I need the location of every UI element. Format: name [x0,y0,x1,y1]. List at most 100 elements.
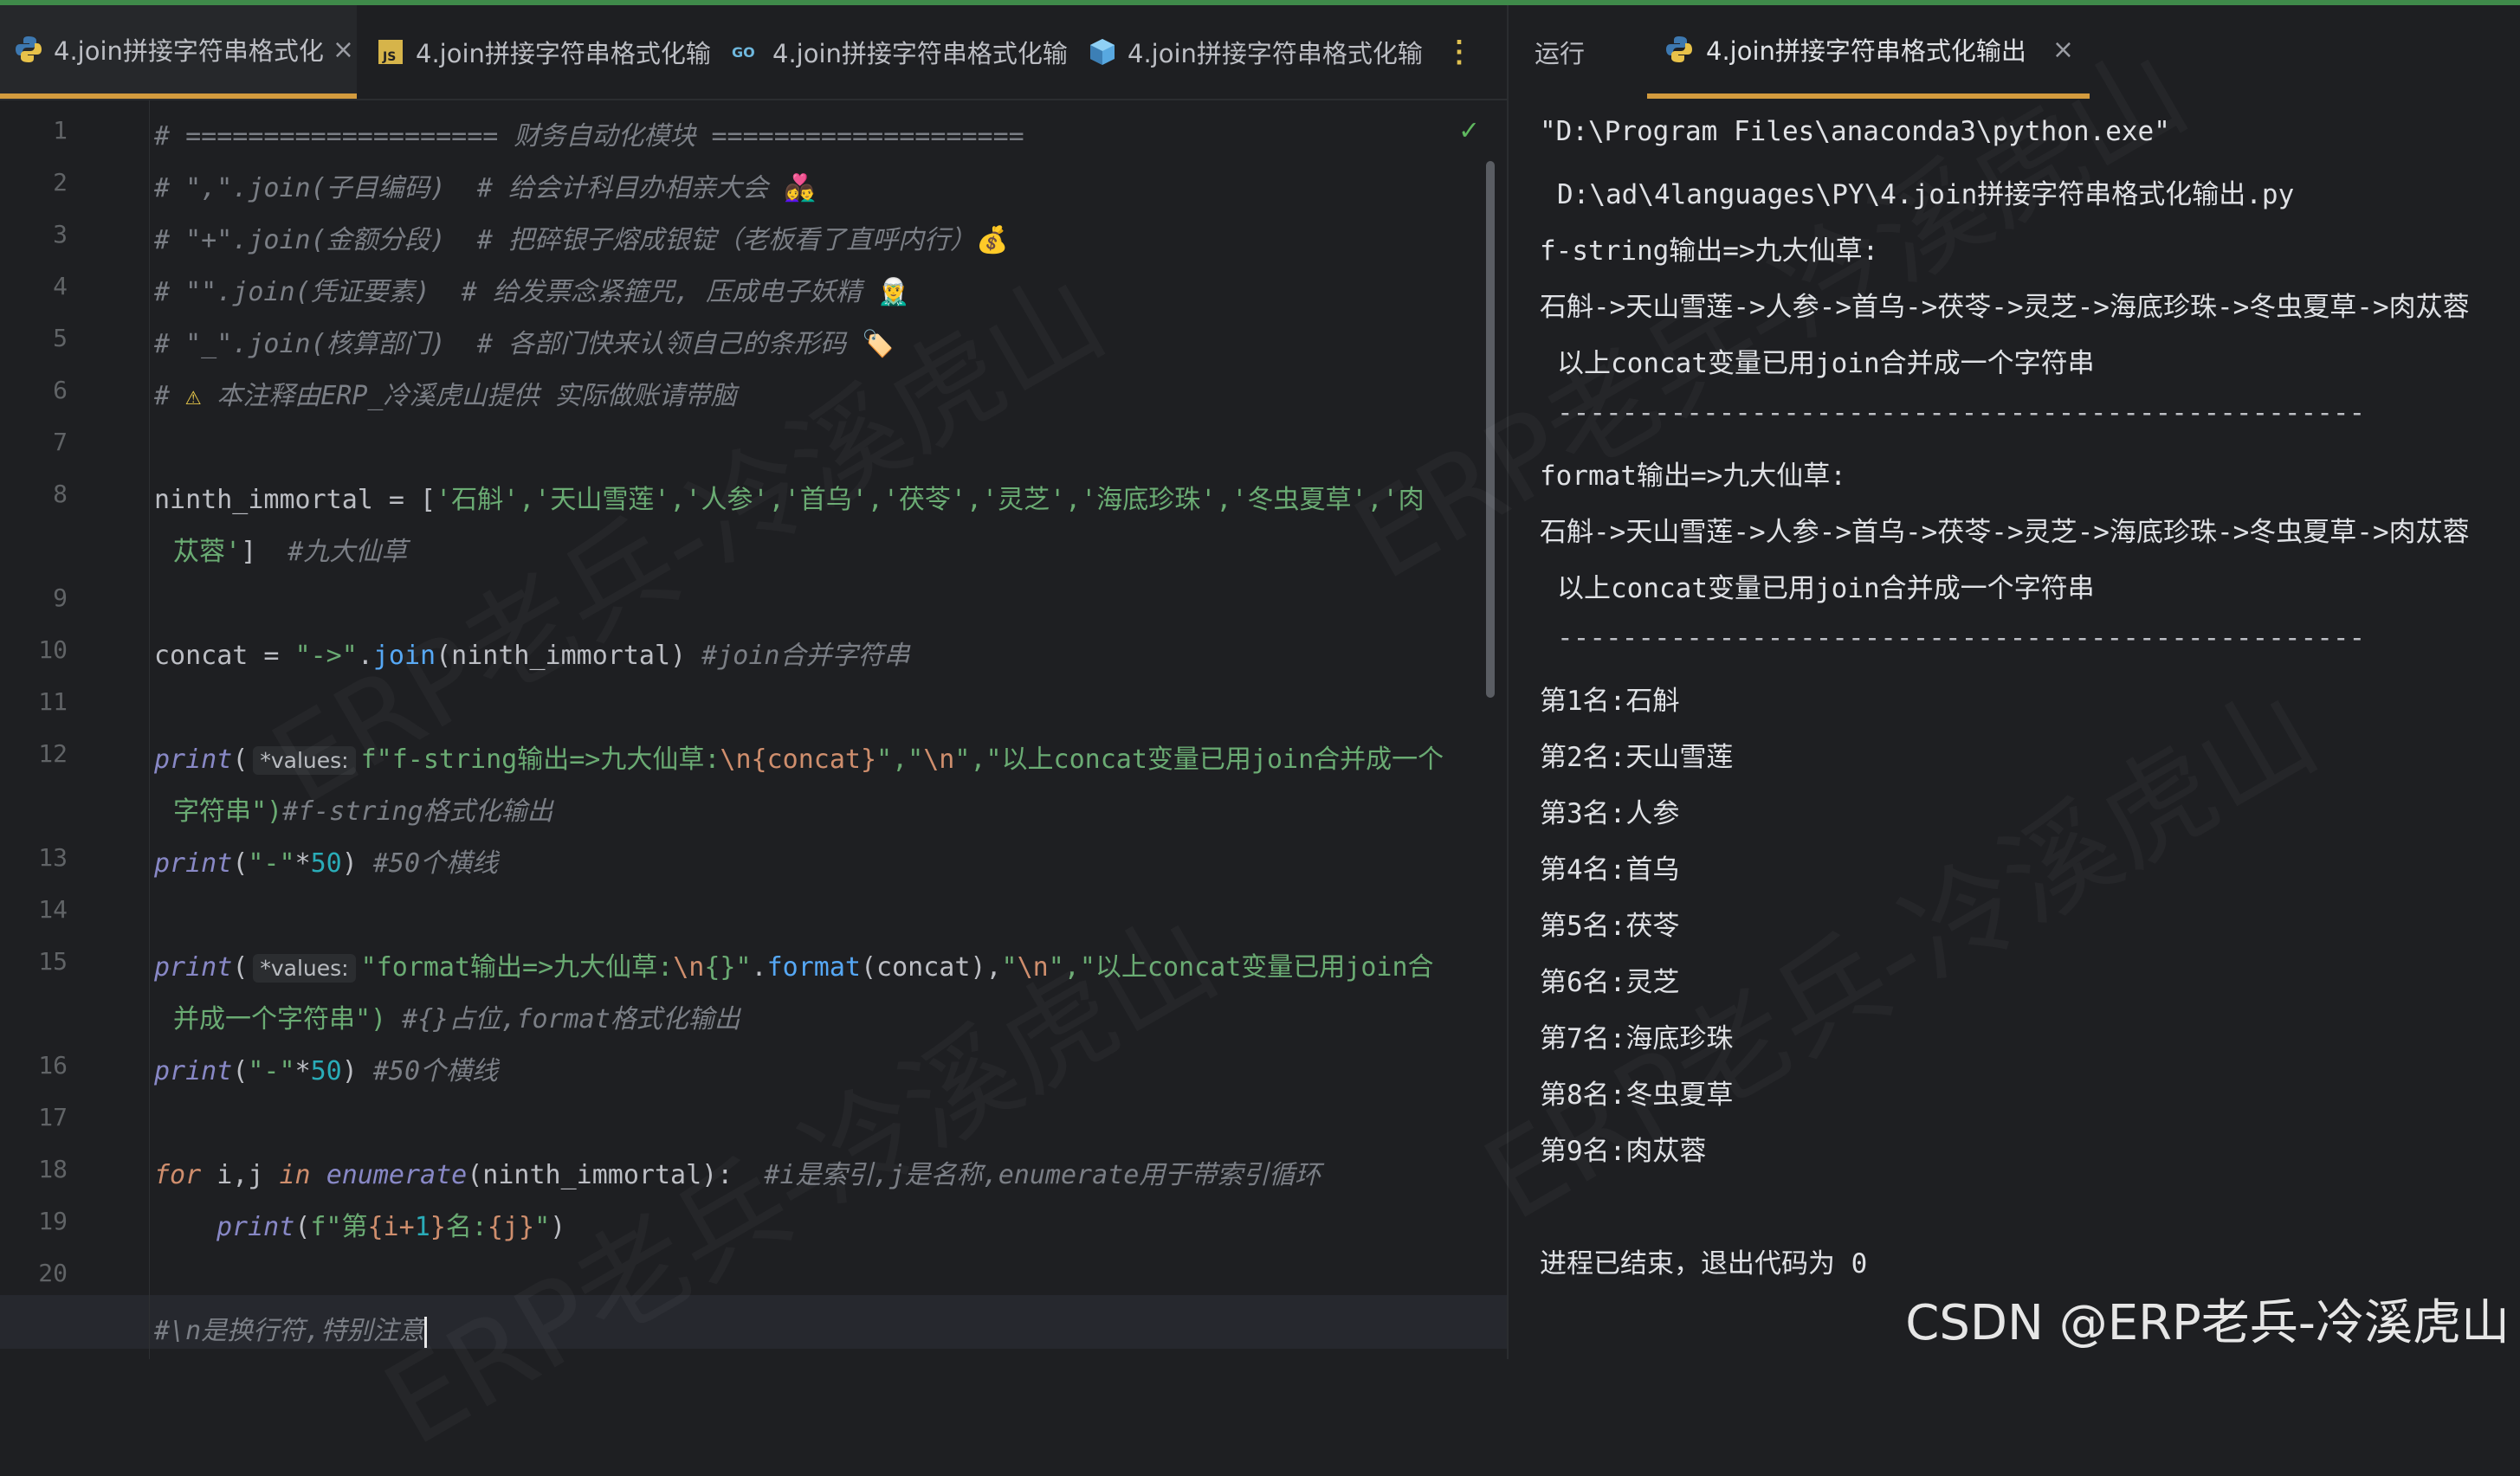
line-number: 1 [53,116,68,145]
operator: * [294,1056,311,1086]
builtin: enumerate [326,1160,468,1190]
more-tabs-icon[interactable]: ⋮ [1444,5,1474,99]
editor-tab-4[interactable]: 4.join拼接字符串格式化输 [1074,5,1429,99]
keyword: for [154,1160,202,1190]
variable: concat [154,641,249,671]
parameter-hint: *values: [253,746,356,775]
editor-tab-2-label: 4.join拼接字符串格式化输 [416,39,711,68]
console-line: 第2名:天山雪莲 [1540,742,1734,773]
arguments: (ninth_immortal) [436,641,687,671]
line-number: 8 [53,480,68,508]
run-config-tab-label: 4.join拼接字符串格式化输出 [1706,36,2026,66]
code-line-6: # ⚠ 本注释由ERP_冷溪虎山提供 实际做账请带脑 [154,374,737,412]
console-line: 石斛->天山雪莲->人参->首乌->茯苓->灵芝->海底珍珠->冬虫夏草->肉苁… [1540,517,2470,548]
string: f"f-string输出=>九大仙草: [360,744,720,775]
interpolation: {concat} [751,744,877,775]
builtin: print [154,1056,233,1086]
line-number: 17 [38,1103,68,1131]
javascript-icon: JS [374,35,407,68]
svg-text:JS: JS [382,50,396,64]
keyword: in [279,1160,311,1190]
close-icon[interactable]: × [2052,35,2074,65]
console-line: 以上concat变量已用join合并成一个字符串 [1557,348,2095,379]
operator: = [ [372,485,436,515]
console-output[interactable]: "D:\Program Files\anaconda3\python.exe" … [1509,100,2520,1359]
editor-tab-3[interactable]: GO 4.join拼接字符串格式化输 [719,5,1074,99]
console-line: 石斛->天山雪莲->人参->首乌->茯苓->灵芝->海底珍珠->冬虫夏草->肉苁… [1540,292,2470,323]
cube-icon [1086,35,1119,68]
editor-tab-2[interactable]: JS 4.join拼接字符串格式化输 [362,5,719,99]
paren: ( [232,1056,249,1086]
console-line: 第6名:灵芝 [1540,967,1680,998]
console-line: 第9名:肉苁蓉 [1540,1136,1707,1167]
comment: # ",".join(子目编码) # 给会计科目办相亲大会 [154,173,768,203]
operator: = [248,641,295,671]
interpolation: } [430,1212,446,1242]
console-line: 以上concat变量已用join合并成一个字符串 [1557,573,2095,604]
line-number: 12 [38,739,68,768]
paren: ) [341,1056,358,1086]
comment: #九大仙草 [288,537,408,567]
python-icon [1663,33,1696,66]
elf-emoji-icon: 🧝‍♂️ [877,277,910,307]
code-line-18: for i,j in enumerate(ninth_immortal): #i… [154,1153,1321,1191]
escape: \n [1017,952,1049,983]
console-line: 第5名:茯苓 [1540,911,1680,942]
code-line-13: print("-"*50) #50个横线 [154,841,498,880]
comment: #50个横线 [357,1056,499,1086]
line-number: 5 [53,324,68,352]
bracket: ] [241,537,288,567]
comment: # "+".join(金额分段) # 把碎银子熔成银锭（老板看了直呼内行） [154,225,976,255]
close-icon[interactable]: × [333,35,354,65]
code-line-8-wrap: 苁蓉'] #九大仙草 [173,530,407,568]
line-number: 3 [53,220,68,248]
line-number: 15 [38,947,68,976]
console-line: f-string输出=>九大仙草: [1540,235,1879,267]
comment: #\n是换行符,特别注意 [154,1316,425,1346]
comment: #{}占位,format格式化输出 [386,1004,740,1034]
code-line-19: print(f"第{i+1}名:{j}") [216,1205,565,1243]
console-exit-line: 进程已结束，退出代码为 0 [1540,1248,1868,1279]
comment: #join合并字符串 [686,641,910,671]
couple-emoji-icon: 👩‍❤️‍👨 [784,173,817,203]
comment: #f-string格式化输出 [282,796,553,827]
paren: ( [294,1212,311,1242]
escape: \n [923,744,955,775]
code-line-15-wrap: 并成一个字符串") #{}占位,format格式化输出 [173,997,740,1035]
line-number: 20 [38,1259,68,1287]
code-line-15: print(*values: "format输出=>九大仙草:\n{}".form… [154,952,1434,983]
svg-text:GO: GO [732,44,755,61]
code-line-12-wrap: 字符串")#f-string格式化输出 [173,790,553,828]
string: f"第 [310,1212,368,1242]
console-line: 第8名:冬虫夏草 [1540,1080,1734,1111]
run-tool-window: 运行 4.join拼接字符串格式化输出 × "D:\Program Files\… [1507,5,2520,1359]
code-line-2: # ",".join(子目编码) # 给会计科目办相亲大会 👩‍❤️‍👨 [154,166,816,204]
comment: #i是索引,j是名称,enumerate用于带索引循环 [733,1160,1321,1190]
inspection-ok-check-icon[interactable]: ✓ [1460,113,1477,147]
editor-tab-1[interactable]: 4.join拼接字符串格式化 × [0,5,357,99]
line-number: 18 [38,1155,68,1183]
line-number: 14 [38,895,68,924]
run-config-tab[interactable]: 4.join拼接字符串格式化输出 × [1647,5,2090,99]
string: {}" [704,952,752,983]
arguments: (ninth_immortal): [467,1160,733,1190]
money-bag-emoji-icon: 💰 [975,225,1009,255]
console-separator: ----------------------------------------… [1557,622,2366,654]
line-number: 16 [38,1051,68,1080]
comment: #50个横线 [357,848,499,879]
editor-scrollbar[interactable] [1486,161,1495,698]
line-number: 6 [53,376,68,404]
string: 名: [445,1212,488,1242]
escape: \n [720,744,752,775]
code-area[interactable]: # ==================== 财务自动化模块 =========… [154,100,1453,1359]
code-line-3: # "+".join(金额分段) # 把碎银子熔成银锭（老板看了直呼内行）💰 [154,218,1008,256]
builtin: print [216,1212,295,1242]
string: " [1001,952,1018,983]
console-separator: ----------------------------------------… [1557,397,2366,429]
code-editor-pane: 4.join拼接字符串格式化 × JS 4.join拼接字符串格式化输 GO 4… [0,5,1507,1359]
string: " [534,1212,551,1242]
code-line-8: ninth_immortal = ['石斛','天山雪莲','人参','首乌',… [154,478,1425,516]
line-number: 7 [53,428,68,456]
string: "," [876,744,924,775]
paren: ) [341,848,358,879]
